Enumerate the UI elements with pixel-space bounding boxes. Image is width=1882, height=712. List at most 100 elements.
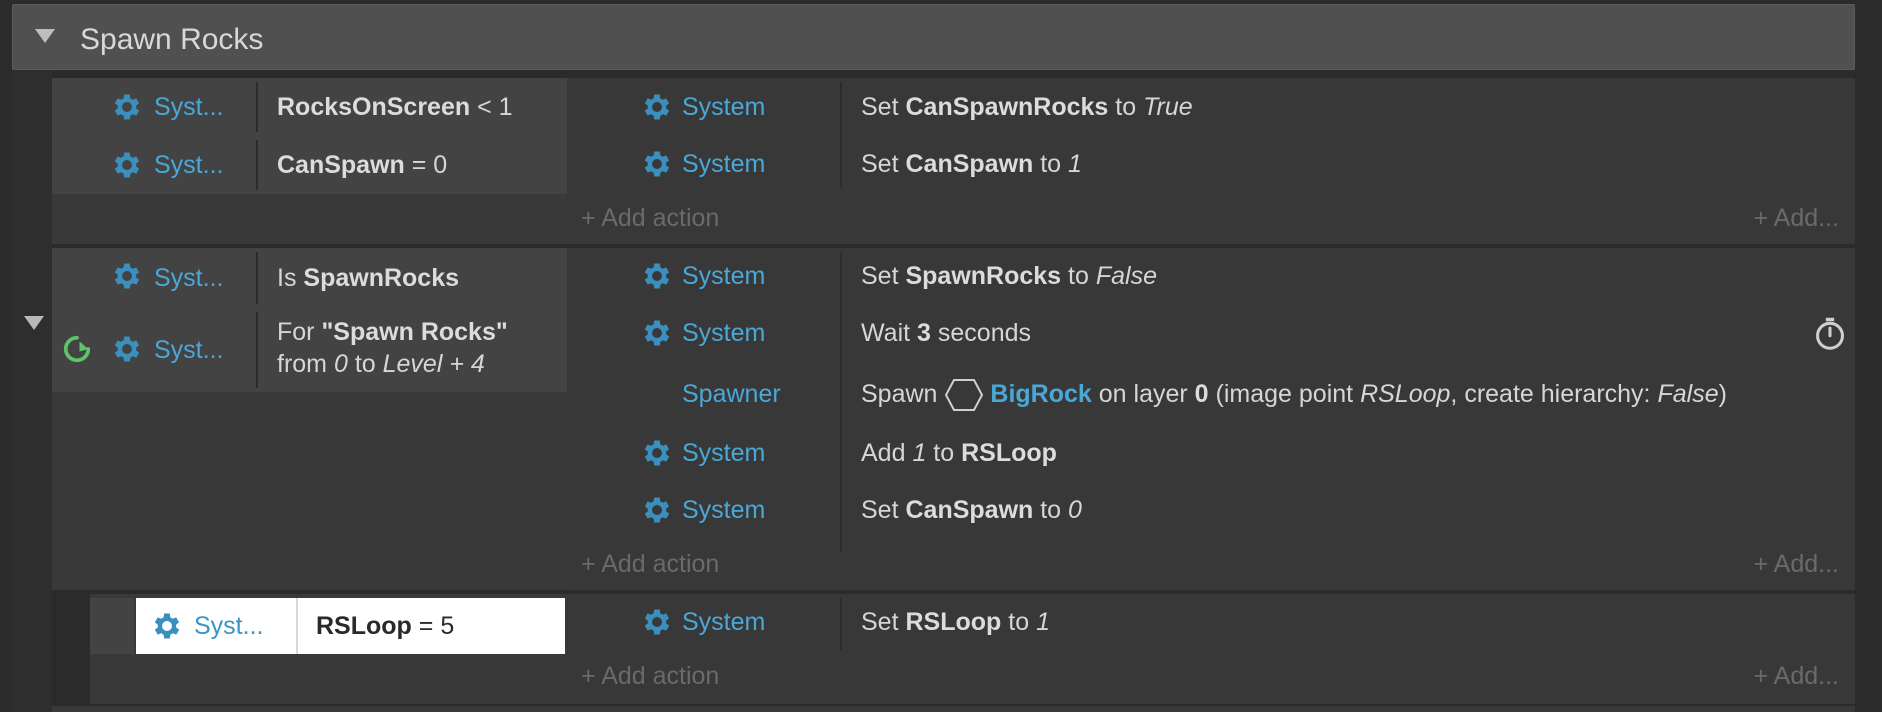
action-image-point: RSLoop	[1360, 380, 1451, 408]
action-verb: Set	[861, 150, 899, 178]
action-variable: RSLoop	[905, 608, 1002, 636]
sub-event-indent-bar	[52, 594, 56, 704]
timer-icon	[1813, 315, 1847, 351]
condition-object[interactable]: Syst...	[154, 336, 223, 365]
action-object[interactable]: System	[682, 496, 765, 525]
loop-end: Level + 4	[382, 350, 485, 378]
add-action-button[interactable]: + Add action	[581, 662, 719, 691]
condition-object[interactable]: Syst...	[154, 264, 223, 293]
action-verb: Set	[861, 93, 899, 121]
action-param-label: (image point	[1215, 380, 1354, 408]
condition-text[interactable]: RSLoop = 5	[316, 612, 454, 641]
action-verb: Add	[861, 439, 906, 467]
collapse-arrow-icon[interactable]	[35, 29, 55, 43]
action-object[interactable]: System	[682, 319, 765, 348]
action-object[interactable]: System	[682, 150, 765, 179]
add-more-label: Add...	[1773, 662, 1839, 690]
action-connector: to	[1008, 608, 1030, 636]
condition-object[interactable]: Syst...	[154, 151, 223, 180]
gear-icon	[110, 259, 144, 293]
condition-operator: = 0	[411, 151, 448, 179]
action-text[interactable]: Set SpawnRocks to False	[861, 262, 1157, 291]
action-connector: to	[933, 439, 955, 467]
gear-icon	[110, 332, 144, 366]
condition-operator: < 1	[477, 93, 513, 121]
event-3[interactable]: Syst... RSLoop = 5 System Set RSLoop to …	[90, 594, 1855, 704]
divider	[256, 140, 258, 190]
action-verb: Spawn	[861, 380, 938, 408]
action-text[interactable]: Spawn BigRock on layer 0 (image point RS…	[861, 374, 1727, 414]
next-event-edge	[52, 706, 1855, 712]
condition-variable: CanSpawn	[277, 151, 405, 179]
add-more-label: Add...	[1773, 550, 1839, 578]
collapse-arrow-icon[interactable]	[24, 316, 44, 330]
action-variable: SpawnRocks	[905, 262, 1062, 290]
event-1-actions: System Set CanSpawnRocks to True System …	[567, 78, 1855, 244]
condition-variable: RSLoop	[316, 612, 412, 640]
action-param-close: )	[1718, 380, 1727, 408]
divider	[840, 252, 842, 552]
action-value: 0	[1068, 496, 1082, 524]
action-object[interactable]: System	[682, 262, 765, 291]
divider	[840, 598, 842, 650]
action-text[interactable]: Set CanSpawn to 0	[861, 496, 1082, 525]
action-verb: Set	[861, 608, 899, 636]
action-connector: on layer	[1098, 380, 1188, 408]
action-text[interactable]: Add 1 to RSLoop	[861, 439, 1057, 468]
event-3-actions: System Set RSLoop to 1 + Add action + Ad…	[567, 594, 1855, 704]
add-more-button[interactable]: + Add...	[1753, 204, 1839, 233]
action-object[interactable]: System	[682, 608, 765, 637]
group-title: Spawn Rocks	[80, 23, 264, 56]
sprite-icon	[944, 378, 984, 412]
gear-icon	[110, 90, 144, 124]
group-header-spawn-rocks[interactable]: Spawn Rocks	[12, 4, 1855, 70]
action-text[interactable]: Set CanSpawnRocks to True	[861, 93, 1193, 122]
gear-icon	[110, 148, 144, 182]
action-variable: RSLoop	[961, 439, 1057, 467]
action-connector: to	[1068, 262, 1089, 290]
loop-from: from	[277, 350, 327, 378]
condition-row[interactable]: Syst... Is SpawnRocks	[52, 248, 567, 308]
action-text[interactable]: Set RSLoop to 1	[861, 608, 1050, 637]
event-2-actions: System Set SpawnRocks to False System Wa…	[567, 248, 1855, 590]
plus-icon: +	[581, 204, 596, 232]
action-param-label: , create hierarchy:	[1450, 380, 1651, 408]
loop-icon	[62, 334, 92, 364]
condition-text[interactable]: For "Spawn Rocks" from 0 to Level + 4	[277, 316, 508, 380]
add-action-label: Add action	[601, 204, 720, 232]
action-text[interactable]: Set CanSpawn to 1	[861, 150, 1082, 179]
action-connector: to	[1040, 150, 1062, 178]
plus-icon: +	[1753, 550, 1769, 578]
condition-row-selected[interactable]: Syst... RSLoop = 5	[136, 598, 565, 654]
action-value: 3	[917, 319, 931, 347]
action-connector: to	[1040, 496, 1062, 524]
action-verb: Wait	[861, 319, 911, 347]
action-text[interactable]: Wait 3 seconds	[861, 319, 1031, 348]
divider	[296, 598, 298, 654]
add-more-button[interactable]: + Add...	[1753, 662, 1839, 691]
condition-verb: Is	[277, 264, 297, 292]
event-2[interactable]: Syst... Is SpawnRocks Syst... For "Spawn…	[52, 248, 1855, 590]
condition-text[interactable]: RocksOnScreen < 1	[277, 93, 513, 122]
condition-variable: SpawnRocks	[303, 264, 460, 292]
condition-operator: = 5	[418, 612, 455, 640]
action-object[interactable]: System	[682, 439, 765, 468]
add-action-button[interactable]: + Add action	[581, 550, 719, 579]
add-more-button[interactable]: + Add...	[1753, 550, 1839, 579]
gear-icon	[640, 436, 674, 470]
action-value: 1	[1036, 608, 1050, 636]
condition-text[interactable]: CanSpawn = 0	[277, 151, 447, 180]
plus-icon: +	[1753, 204, 1769, 232]
condition-row[interactable]: Syst... RocksOnScreen < 1	[52, 78, 567, 136]
add-action-label: Add action	[601, 662, 720, 690]
action-object[interactable]: System	[682, 93, 765, 122]
condition-row[interactable]: Syst... For "Spawn Rocks" from 0 to Leve…	[52, 308, 567, 392]
action-object[interactable]: Spawner	[682, 380, 781, 409]
action-verb: Set	[861, 496, 899, 524]
add-action-button[interactable]: + Add action	[581, 204, 719, 233]
condition-object[interactable]: Syst...	[194, 612, 263, 641]
condition-row[interactable]: Syst... CanSpawn = 0	[52, 136, 567, 194]
condition-text[interactable]: Is SpawnRocks	[277, 264, 459, 293]
condition-object[interactable]: Syst...	[154, 93, 223, 122]
event-1[interactable]: Syst... RocksOnScreen < 1 Syst... CanSpa…	[52, 78, 1855, 244]
